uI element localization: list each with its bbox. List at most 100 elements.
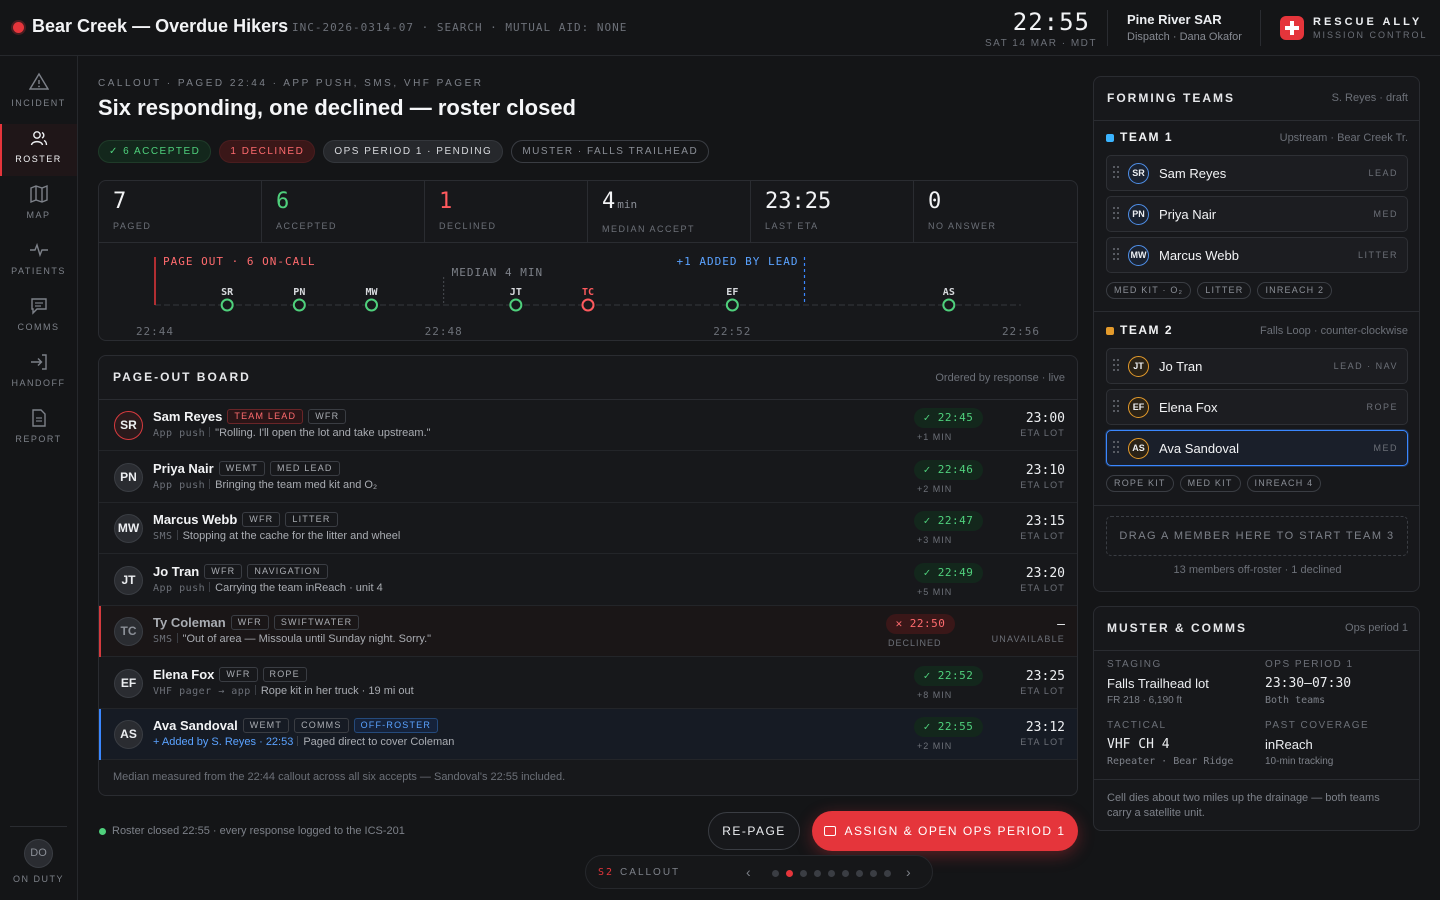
stat-declined: 1 DECLINED — [425, 181, 588, 243]
re-page-button[interactable]: RE-PAGE — [708, 812, 800, 850]
table-row[interactable]: MW Marcus Webb WFR LITTER SMS Stopping at… — [99, 503, 1077, 554]
sidebar-item-patients[interactable]: PATIENTS — [0, 236, 77, 288]
member-role: MED — [1373, 443, 1398, 453]
cert-tag: WFR — [219, 667, 258, 682]
team-member-card[interactable]: SR Sam Reyes LEAD — [1106, 155, 1408, 191]
pager-dot[interactable] — [772, 870, 779, 877]
new-team-dropzone[interactable]: DRAG A MEMBER HERE TO START TEAM 3 — [1106, 516, 1408, 556]
time-tick-label: 22:48 — [425, 325, 463, 338]
clock-time: 22:55 — [1012, 8, 1090, 36]
avatar: JT — [1128, 356, 1149, 377]
drag-handle-icon[interactable] — [1113, 207, 1119, 221]
table-row[interactable]: JT Jo Tran WFR NAVIGATION App push Carryi… — [99, 555, 1077, 606]
table-row[interactable]: EF Elena Fox WFR ROPE VHF pager → app Rop… — [99, 658, 1077, 709]
brand-name: RESCUE ALLY — [1313, 16, 1423, 28]
eta-label: ETA LOT — [1020, 686, 1065, 696]
kit-chip: ROPE KIT — [1106, 475, 1174, 492]
pager-dot[interactable] — [800, 870, 807, 877]
response-point — [220, 298, 234, 312]
scene-number: S2 — [598, 867, 615, 878]
stat-last-eta: 23:25 LAST ETA — [751, 181, 914, 243]
kit-chip: MED KIT · O₂ — [1106, 282, 1192, 299]
staging-label: STAGING — [1107, 659, 1162, 670]
team-name: TEAM 2 — [1120, 323, 1174, 337]
sidebar-item-map[interactable]: MAP — [0, 180, 77, 232]
sidebar-item-comms[interactable]: COMMS — [0, 292, 77, 344]
response-time-badge: ✓ 22:45 — [914, 408, 983, 428]
pulse-icon — [29, 242, 48, 258]
role-tag: LITTER — [285, 512, 338, 527]
warning-icon — [28, 72, 49, 90]
member-name: Jo Tran — [153, 564, 200, 579]
sidebar-item-label: INCIDENT — [11, 98, 66, 108]
table-row[interactable]: TC Ty Coleman WFR SWIFTWATER SMS "Out of … — [99, 606, 1077, 657]
team-header: TEAM 1 Upstream · Bear Creek Tr. — [1106, 130, 1408, 146]
team-member-card[interactable]: EF Elena Fox ROPE — [1106, 389, 1408, 425]
panel-title: FORMING TEAMS — [1107, 91, 1235, 105]
team-member-card[interactable]: AS Ava Sandoval MED — [1106, 430, 1408, 466]
accepted-badge[interactable]: ✓ 6 ACCEPTED — [98, 140, 212, 163]
tactical-value: VHF CH 4 — [1107, 737, 1170, 752]
sidebar-item-roster[interactable]: ROSTER — [0, 124, 77, 176]
table-row[interactable]: SR Sam Reyes TEAM LEAD WFR App push "Roll… — [99, 400, 1077, 451]
member-name: Priya Nair — [1159, 207, 1217, 222]
team-member-card[interactable]: JT Jo Tran LEAD · NAV — [1106, 348, 1408, 384]
sidebar-item-label: PATIENTS — [11, 266, 66, 276]
team-member-card[interactable]: PN Priya Nair MED — [1106, 196, 1408, 232]
avatar: EF — [114, 669, 143, 698]
response-initials: PN — [293, 287, 305, 298]
member-name: Elena Fox — [1159, 400, 1218, 415]
stat-label: PAGED — [113, 221, 152, 231]
eta-time: 23:25 — [1025, 669, 1065, 684]
drag-handle-icon[interactable] — [1113, 400, 1119, 414]
member-name: Ava Sandoval — [1159, 441, 1239, 456]
time-tick-label: 22:52 — [713, 325, 751, 338]
team-route: Upstream · Bear Creek Tr. — [1279, 132, 1408, 144]
table-row[interactable]: PN Priya Nair WEMT MED LEAD App push Brin… — [99, 452, 1077, 503]
pager-dot[interactable] — [814, 870, 821, 877]
forming-teams-panel: FORMING TEAMS S. Reyes · draft TEAM 1 Up… — [1093, 76, 1420, 592]
handoff-icon — [30, 354, 47, 370]
sidebar-item-incident[interactable]: INCIDENT — [0, 68, 77, 120]
cert-tag: WFR — [242, 512, 281, 527]
pager-dot[interactable] — [828, 870, 835, 877]
table-row[interactable]: AS Ava Sandoval WEMT COMMS OFF-ROSTER + … — [99, 709, 1077, 760]
pager-dot[interactable] — [842, 870, 849, 877]
drag-handle-icon[interactable] — [1113, 248, 1119, 262]
sidebar-item-label: ROSTER — [15, 154, 62, 164]
pager-dot[interactable] — [884, 870, 891, 877]
pager-dot[interactable] — [870, 870, 877, 877]
chevron-right-icon[interactable]: › — [906, 864, 911, 880]
response-point — [725, 298, 739, 312]
avatar: SR — [1128, 163, 1149, 184]
added-by: + Added by S. Reyes · 22:53 — [153, 736, 294, 748]
median-label: MEDIAN 4 MIN — [452, 266, 543, 279]
member-name: Ava Sandoval — [153, 718, 238, 733]
declined-badge[interactable]: 1 DECLINED — [219, 140, 316, 163]
assign-open-ops-button[interactable]: ASSIGN & OPEN OPS PERIOD 1 — [812, 811, 1078, 851]
stat-label: DECLINED — [439, 221, 497, 231]
avatar: AS — [1128, 438, 1149, 459]
cert-tag: WEMT — [242, 718, 290, 733]
stat-paged: 7 PAGED — [99, 181, 262, 243]
team-color-swatch — [1106, 327, 1114, 335]
sidebar-item-report[interactable]: REPORT — [0, 404, 77, 456]
drag-handle-icon[interactable] — [1113, 166, 1119, 180]
drag-handle-icon[interactable] — [1113, 441, 1119, 455]
stat-value: 0 — [928, 189, 942, 214]
tactical-detail: Repeater · Bear Ridge — [1107, 756, 1234, 767]
team-name: TEAM 1 — [1120, 130, 1174, 144]
staging-value: Falls Trailhead lot — [1107, 676, 1209, 691]
team-member-card[interactable]: MW Marcus Webb LITTER — [1106, 237, 1408, 273]
coverage-label: PAST COVERAGE — [1265, 720, 1370, 731]
pager-dot[interactable] — [856, 870, 863, 877]
added-label: +1 ADDED BY LEAD — [677, 255, 799, 268]
drag-handle-icon[interactable] — [1113, 359, 1119, 373]
stat-value: 4 — [602, 189, 616, 214]
sidebar-item-handoff[interactable]: HANDOFF — [0, 348, 77, 400]
avatar[interactable]: DO — [24, 839, 53, 868]
incident-meta: INC-2026-0314-07 · SEARCH · MUTUAL AID: … — [292, 21, 628, 34]
chevron-left-icon[interactable]: ‹ — [746, 864, 751, 880]
response-initials: JT — [510, 287, 522, 298]
pager-dot[interactable] — [786, 870, 793, 877]
